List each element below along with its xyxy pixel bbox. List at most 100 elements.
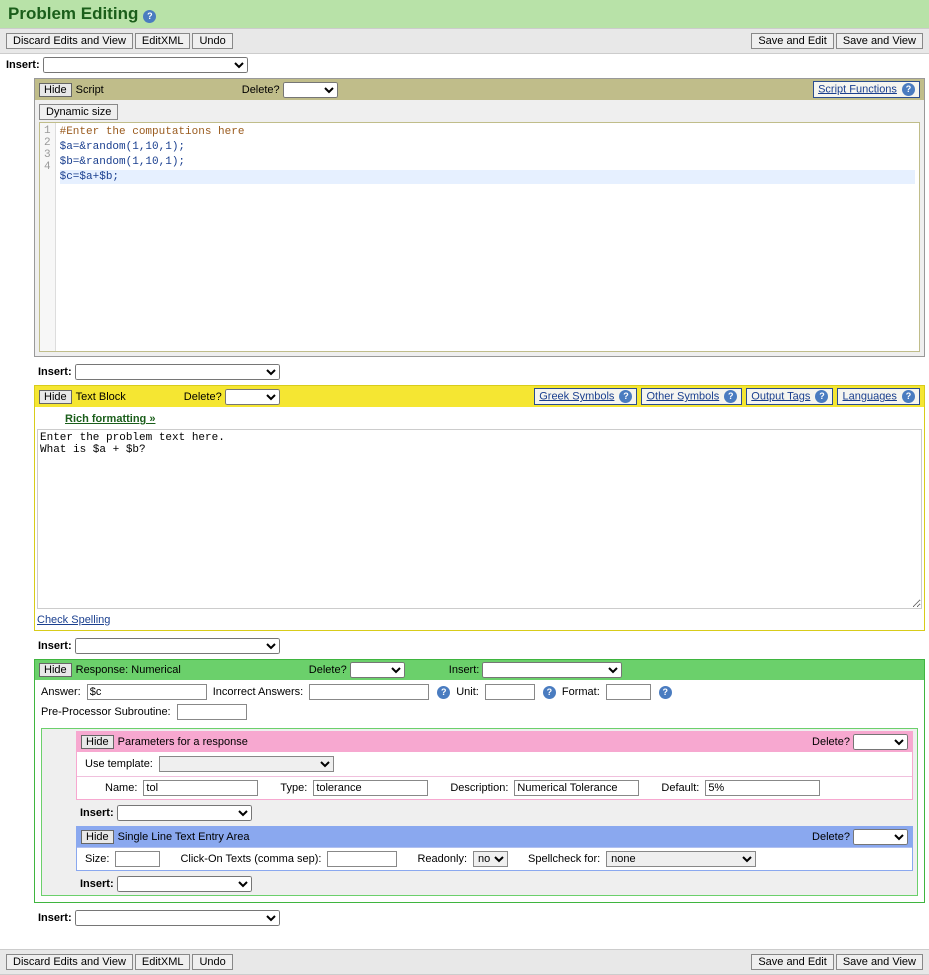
hide-button[interactable]: Hide [39, 663, 72, 677]
format-label: Format: [562, 686, 600, 698]
pname-input[interactable] [143, 780, 258, 796]
incorrect-input[interactable] [309, 684, 429, 700]
check-spelling-link[interactable]: Check Spelling [37, 614, 110, 626]
discard-button[interactable]: Discard Edits and View [6, 33, 133, 49]
response-fields-row1: Answer: Incorrect Answers: ? Unit: ? For… [37, 682, 922, 702]
help-icon[interactable]: ? [659, 686, 672, 699]
answer-input[interactable] [87, 684, 207, 700]
languages-link[interactable]: Languages [842, 390, 896, 402]
editxml-button[interactable]: EditXML [135, 33, 191, 49]
preproc-input[interactable] [177, 704, 247, 720]
save-view-button[interactable]: Save and View [836, 954, 923, 970]
insert-row-2: Insert: [34, 361, 929, 383]
template-row: Use template: [81, 754, 908, 774]
script-functions-link[interactable]: Script Functions [818, 83, 897, 95]
delete-select[interactable] [853, 734, 908, 750]
textblock-label: Text Block [76, 391, 126, 403]
textline-fields: Size: Click-On Texts (comma sep): Readon… [77, 847, 912, 870]
pdesc-label: Description: [450, 782, 508, 794]
params-fields: Name: Type: Description: Default: [77, 776, 912, 799]
readonly-select[interactable]: no [473, 851, 508, 867]
dynamic-size-button[interactable]: Dynamic size [39, 104, 118, 120]
undo-button[interactable]: Undo [192, 954, 232, 970]
textline-header: Hide Single Line Text Entry Area Delete? [77, 827, 912, 847]
textblock-header: Hide Text Block Delete? Greek Symbols ? … [35, 386, 924, 407]
insert-select[interactable] [117, 876, 252, 892]
insert-select[interactable] [75, 364, 280, 380]
discard-button[interactable]: Discard Edits and View [6, 954, 133, 970]
spellcheck-label: Spellcheck for: [528, 853, 600, 865]
clickon-input[interactable] [327, 851, 397, 867]
insert-row-nested2: Insert: [76, 873, 917, 895]
readonly-label: Readonly: [417, 853, 467, 865]
help-icon[interactable]: ? [815, 390, 828, 403]
page-title-bar: Problem Editing ? [0, 0, 929, 28]
problem-text-area[interactable] [37, 429, 922, 609]
script-body: Dynamic size 1234 #Enter the computation… [35, 100, 924, 356]
help-icon[interactable]: ? [143, 10, 156, 23]
pdesc-input[interactable] [514, 780, 639, 796]
greek-symbols-link[interactable]: Greek Symbols [539, 390, 614, 402]
help-icon[interactable]: ? [902, 83, 915, 96]
code-gutter: 1234 [40, 123, 56, 351]
ptype-input[interactable] [313, 780, 428, 796]
help-icon[interactable]: ? [437, 686, 450, 699]
other-symbols-link[interactable]: Other Symbols [646, 390, 719, 402]
incorrect-label: Incorrect Answers: [213, 686, 303, 698]
insert-select[interactable] [75, 638, 280, 654]
code-editor[interactable]: 1234 #Enter the computations here $a=&ra… [39, 122, 920, 352]
params-section: Hide Parameters for a response Delete? U… [76, 731, 913, 800]
pdefault-input[interactable] [705, 780, 820, 796]
insert-row-4: Insert: [34, 907, 929, 929]
response-fields-row2: Pre-Processor Subroutine: [37, 702, 922, 722]
save-edit-button[interactable]: Save and Edit [751, 954, 834, 970]
size-label: Size: [85, 853, 109, 865]
editxml-button[interactable]: EditXML [135, 954, 191, 970]
code-lines[interactable]: #Enter the computations here $a=&random(… [56, 123, 919, 351]
insert-label: Insert: [449, 664, 480, 676]
page-title: Problem Editing [8, 4, 138, 24]
hide-button[interactable]: Hide [81, 735, 114, 749]
rich-formatting-link[interactable]: Rich formatting » [65, 413, 155, 425]
textblock-section: Hide Text Block Delete? Greek Symbols ? … [34, 385, 925, 631]
output-tags-link[interactable]: Output Tags [751, 390, 810, 402]
undo-button[interactable]: Undo [192, 33, 232, 49]
preproc-label: Pre-Processor Subroutine: [41, 706, 171, 718]
size-input[interactable] [115, 851, 160, 867]
pdefault-label: Default: [661, 782, 699, 794]
insert-select[interactable] [117, 805, 252, 821]
hide-button[interactable]: Hide [39, 390, 72, 404]
format-input[interactable] [606, 684, 651, 700]
answer-label: Answer: [41, 686, 81, 698]
help-icon[interactable]: ? [543, 686, 556, 699]
save-view-button[interactable]: Save and View [836, 33, 923, 49]
hide-button[interactable]: Hide [39, 83, 72, 97]
help-icon[interactable]: ? [619, 390, 632, 403]
delete-select[interactable] [350, 662, 405, 678]
insert-label: Insert: [38, 912, 72, 924]
insert-select[interactable] [43, 57, 248, 73]
help-icon[interactable]: ? [724, 390, 737, 403]
pname-label: Name: [105, 782, 137, 794]
spellcheck-select[interactable]: none [606, 851, 756, 867]
use-template-label: Use template: [85, 758, 153, 770]
use-template-select[interactable] [159, 756, 334, 772]
save-edit-button[interactable]: Save and Edit [751, 33, 834, 49]
bottom-toolbar: Discard Edits and View EditXML Undo Save… [0, 949, 929, 975]
hide-button[interactable]: Hide [81, 830, 114, 844]
insert-row-3: Insert: [34, 635, 929, 657]
insert-select[interactable] [482, 662, 622, 678]
delete-label: Delete? [184, 391, 222, 403]
help-icon[interactable]: ? [902, 390, 915, 403]
insert-select[interactable] [75, 910, 280, 926]
script-header: Hide Script Delete? Script Functions ? [35, 79, 924, 100]
delete-select[interactable] [225, 389, 280, 405]
delete-select[interactable] [283, 82, 338, 98]
clickon-label: Click-On Texts (comma sep): [180, 853, 321, 865]
unit-input[interactable] [485, 684, 535, 700]
code-line-1: #Enter the computations here [60, 125, 915, 140]
script-label: Script [76, 84, 104, 96]
insert-label: Insert: [38, 366, 72, 378]
response-header: Hide Response: Numerical Delete? Insert: [35, 660, 924, 680]
delete-select[interactable] [853, 829, 908, 845]
